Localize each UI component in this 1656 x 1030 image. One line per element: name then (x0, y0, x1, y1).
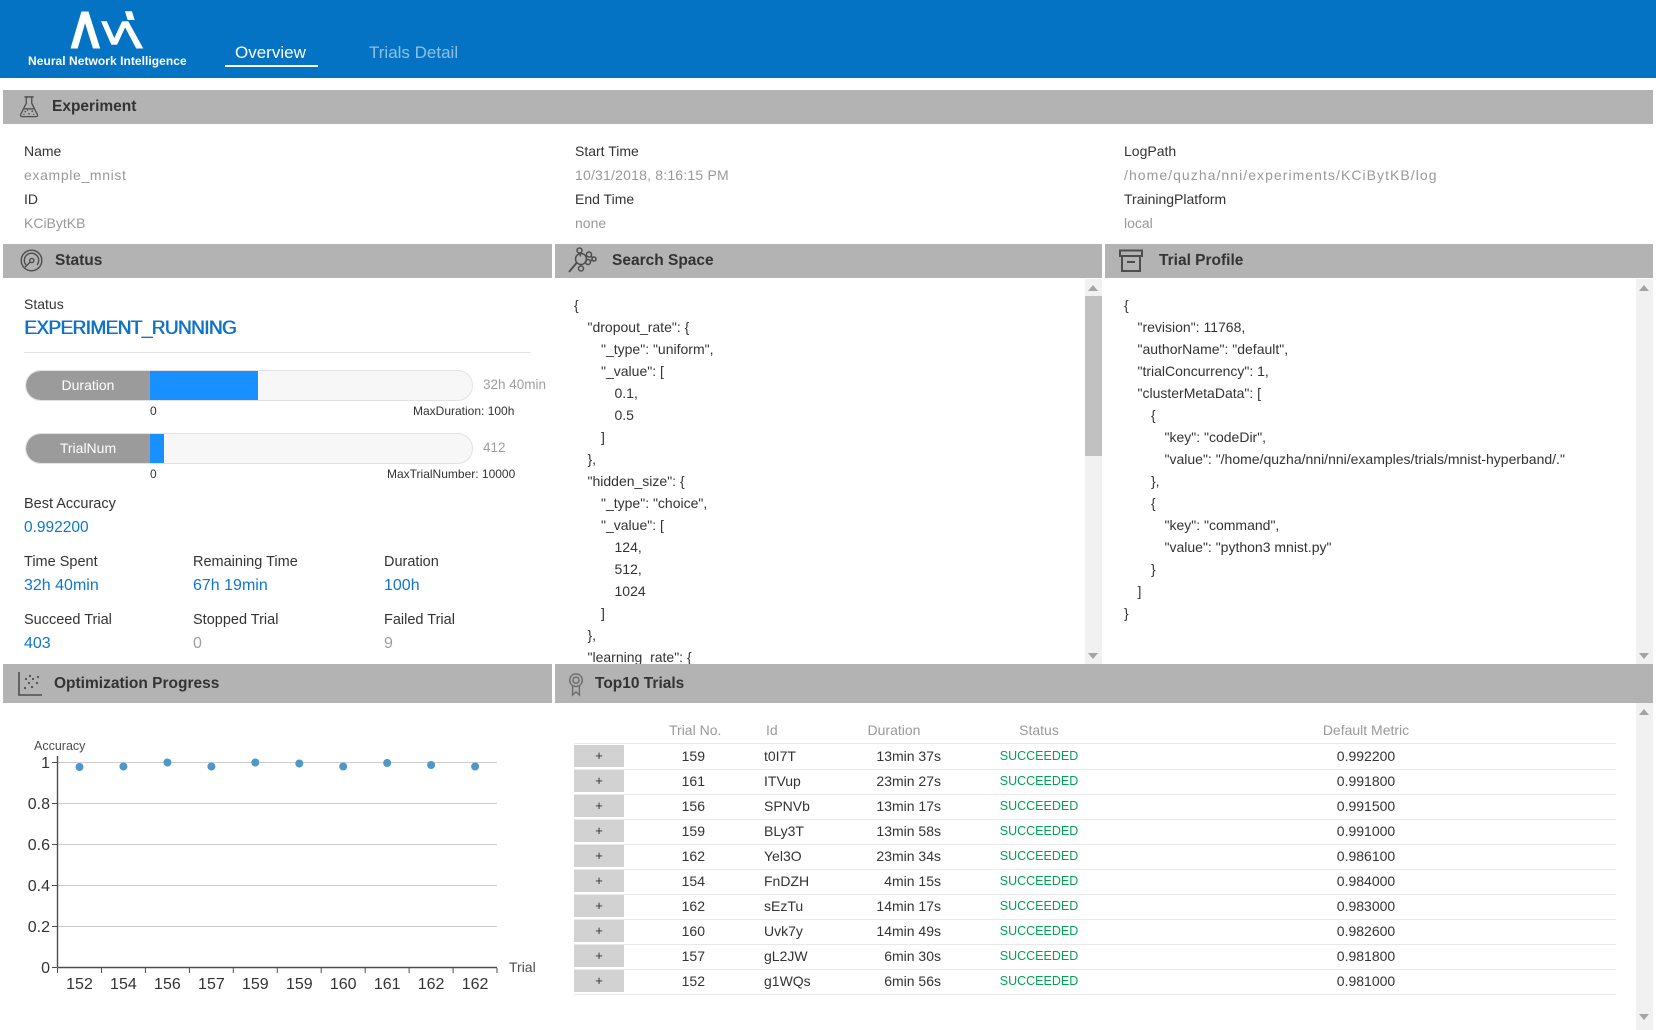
svg-text:159: 159 (242, 976, 269, 993)
svg-text:0.8: 0.8 (28, 796, 50, 813)
svg-text:152: 152 (66, 976, 93, 993)
svg-text:0.4: 0.4 (28, 878, 50, 895)
svg-text:156: 156 (154, 976, 181, 993)
svg-text:0: 0 (41, 960, 50, 977)
svg-text:157: 157 (198, 976, 225, 993)
svg-text:1: 1 (41, 755, 50, 772)
svg-text:0.2: 0.2 (28, 919, 50, 936)
svg-text:Trial: Trial (509, 959, 536, 975)
svg-text:162: 162 (418, 976, 445, 993)
svg-text:Accuracy: Accuracy (34, 739, 86, 753)
svg-text:159: 159 (286, 976, 313, 993)
svg-text:0.6: 0.6 (28, 837, 50, 854)
svg-text:160: 160 (330, 976, 357, 993)
svg-text:162: 162 (462, 976, 489, 993)
svg-text:154: 154 (110, 976, 137, 993)
svg-text:161: 161 (374, 976, 401, 993)
